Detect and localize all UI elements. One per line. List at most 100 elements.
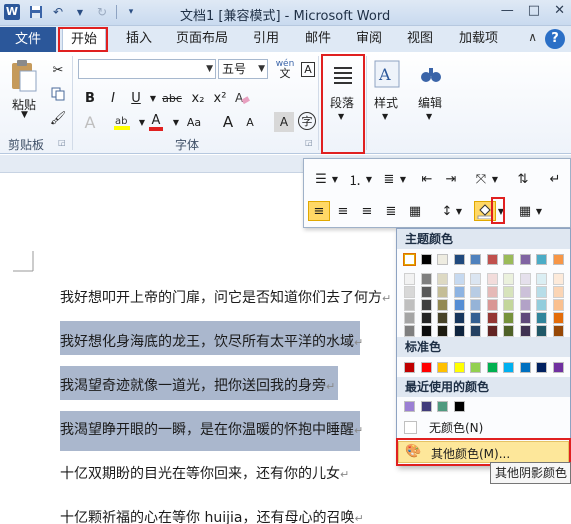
theme-shade-swatch[interactable] <box>470 312 481 324</box>
chinese-layout-icon[interactable]: ⤧ <box>470 169 492 189</box>
bullets-dropdown-icon[interactable]: ▼ <box>330 169 340 189</box>
theme-shade-swatch[interactable] <box>420 286 432 298</box>
theme-shade-swatch[interactable] <box>453 299 465 311</box>
theme-shade-swatch[interactable] <box>519 312 531 324</box>
theme-shade-swatch[interactable] <box>486 325 498 337</box>
theme-color-swatch[interactable] <box>519 254 531 265</box>
standard-color-swatch[interactable] <box>519 362 531 373</box>
theme-shade-swatch[interactable] <box>536 286 547 298</box>
theme-shade-swatch[interactable] <box>437 325 448 337</box>
tab-addins[interactable]: 加载项 <box>459 28 498 52</box>
cut-icon[interactable]: ✂ <box>48 60 68 80</box>
editing-dropdown-icon[interactable]: ▼ <box>426 112 432 121</box>
theme-shade-swatch[interactable] <box>404 286 415 298</box>
theme-shade-swatch[interactable] <box>420 325 432 337</box>
change-case-button[interactable]: Aa <box>184 112 204 132</box>
editing-label[interactable]: 编辑 <box>418 94 442 111</box>
standard-color-swatch[interactable] <box>552 362 564 373</box>
shading-dropdown-icon[interactable]: ▼ <box>496 201 506 221</box>
theme-shade-swatch[interactable] <box>453 286 465 298</box>
paste-dropdown-icon[interactable]: ▼ <box>21 110 28 120</box>
recent-color-swatch[interactable] <box>420 401 432 412</box>
font-name-dropdown-icon[interactable]: ▼ <box>206 60 213 78</box>
theme-shade-swatch[interactable] <box>470 286 481 298</box>
close-button[interactable]: ✕ <box>554 3 565 18</box>
highlight-color-icon[interactable]: ab <box>112 112 132 132</box>
styles-icon[interactable]: A <box>372 58 402 90</box>
tab-page-layout[interactable]: 页面布局 <box>176 28 228 52</box>
subscript-button[interactable]: x₂ <box>188 88 208 108</box>
theme-shade-swatch[interactable] <box>536 325 547 337</box>
theme-color-swatch[interactable] <box>437 254 448 265</box>
text-effects-button[interactable]: A <box>80 112 100 132</box>
italic-button[interactable]: I <box>103 88 123 108</box>
theme-shade-swatch[interactable] <box>519 325 531 337</box>
standard-color-swatch[interactable] <box>486 362 498 373</box>
theme-shade-swatch[interactable] <box>552 286 564 298</box>
theme-color-swatch[interactable] <box>470 254 481 265</box>
tab-review[interactable]: 审阅 <box>356 28 382 52</box>
standard-color-swatch[interactable] <box>420 362 432 373</box>
decrease-indent-icon[interactable]: ⇤ <box>416 169 438 189</box>
styles-label[interactable]: 样式 <box>374 94 398 111</box>
paragraph-dropdown-icon[interactable]: ▼ <box>338 112 344 121</box>
theme-color-swatch[interactable] <box>486 254 498 265</box>
show-marks-icon[interactable]: ↵ <box>544 169 566 189</box>
font-color-dropdown-icon[interactable]: ▼ <box>166 112 186 132</box>
paragraph-label[interactable]: 段落 <box>330 94 354 111</box>
standard-color-swatch[interactable] <box>536 362 547 373</box>
superscript-button[interactable]: x² <box>210 88 230 108</box>
tab-insert[interactable]: 插入 <box>126 28 152 52</box>
shading-bucket-icon[interactable] <box>474 201 496 221</box>
theme-shade-swatch[interactable] <box>486 312 498 324</box>
align-left-icon[interactable]: ≡ <box>308 201 330 221</box>
enclose-char-button[interactable]: 字 <box>298 112 316 130</box>
clipboard-launcher-icon[interactable]: ◲ <box>58 138 66 147</box>
theme-shade-swatch[interactable] <box>519 286 531 298</box>
tab-view[interactable]: 视图 <box>407 28 433 52</box>
line-spacing-dropdown-icon[interactable]: ▼ <box>454 201 464 221</box>
theme-shade-swatch[interactable] <box>503 299 514 311</box>
theme-shade-swatch[interactable] <box>420 273 432 285</box>
char-shading-button[interactable]: A <box>274 112 294 132</box>
recent-color-swatch[interactable] <box>404 401 415 412</box>
no-color-swatch[interactable] <box>404 421 417 434</box>
theme-shade-swatch[interactable] <box>503 273 514 285</box>
format-painter-icon[interactable]: 🖌 <box>48 108 68 128</box>
theme-shade-swatch[interactable] <box>519 299 531 311</box>
customize-qat-icon[interactable]: ▾ <box>123 4 139 20</box>
theme-color-swatch[interactable] <box>403 253 416 266</box>
align-center-icon[interactable]: ≡ <box>332 201 354 221</box>
multilevel-dropdown-icon[interactable]: ▼ <box>398 169 408 189</box>
theme-shade-swatch[interactable] <box>503 286 514 298</box>
standard-color-swatch[interactable] <box>503 362 514 373</box>
theme-shade-swatch[interactable] <box>486 273 498 285</box>
font-size-combo[interactable]: 五号 ▼ <box>218 59 268 79</box>
tab-mailings[interactable]: 邮件 <box>305 28 331 52</box>
theme-shade-swatch[interactable] <box>470 325 481 337</box>
theme-shade-swatch[interactable] <box>470 273 481 285</box>
theme-shade-swatch[interactable] <box>453 325 465 337</box>
theme-shade-swatch[interactable] <box>536 312 547 324</box>
chinese-layout-dropdown-icon[interactable]: ▼ <box>490 169 500 189</box>
tab-home[interactable]: 开始 <box>62 28 107 52</box>
clear-formatting-icon[interactable]: A <box>232 88 252 108</box>
increase-indent-icon[interactable]: ⇥ <box>440 169 462 189</box>
theme-shade-swatch[interactable] <box>420 312 432 324</box>
standard-color-swatch[interactable] <box>437 362 448 373</box>
paste-icon[interactable] <box>8 58 40 94</box>
word-app-icon[interactable]: W <box>4 4 20 20</box>
sort-icon[interactable]: ⇅ <box>512 169 534 189</box>
undo-icon[interactable]: ↶ <box>50 4 66 20</box>
theme-shade-swatch[interactable] <box>552 299 564 311</box>
theme-shade-swatch[interactable] <box>404 312 415 324</box>
theme-shade-swatch[interactable] <box>503 312 514 324</box>
standard-color-swatch[interactable] <box>453 362 465 373</box>
theme-shade-swatch[interactable] <box>437 286 448 298</box>
theme-shade-swatch[interactable] <box>437 299 448 311</box>
theme-color-swatch[interactable] <box>420 254 432 265</box>
numbering-icon[interactable]: ⒈ <box>344 169 366 189</box>
recent-color-swatch[interactable] <box>437 401 448 412</box>
minimize-button[interactable]: — <box>501 3 514 18</box>
copy-icon[interactable] <box>48 84 68 104</box>
